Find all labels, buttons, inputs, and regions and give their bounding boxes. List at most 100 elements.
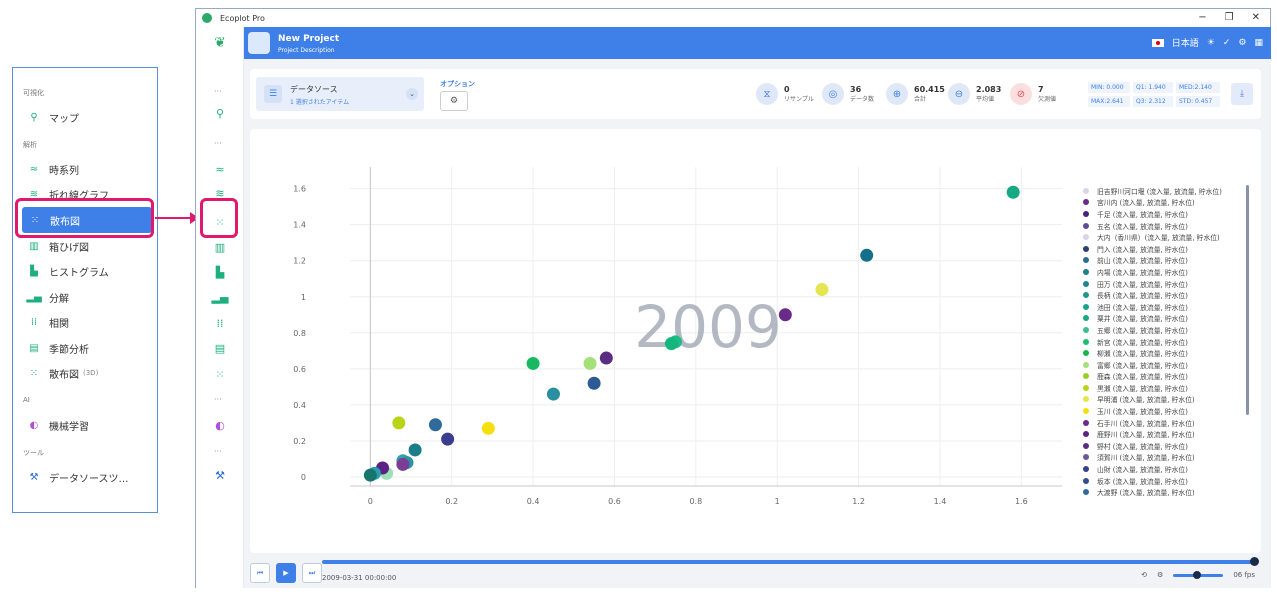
scatter3d-icon[interactable]: ⁙	[210, 366, 230, 382]
maximize-button[interactable]: ❐	[1225, 9, 1234, 27]
legend-item[interactable]: 柳瀬 (流入量, 放流量, 貯水位)	[1083, 347, 1258, 359]
legend-item[interactable]: 内場 (流入量, 放流量, 貯水位)	[1083, 266, 1258, 278]
play-button[interactable]: ▶	[276, 563, 296, 583]
x-tick-label: 0.6	[608, 497, 621, 506]
menu-item-seasonal[interactable]: ▤ 季節分析	[27, 339, 89, 357]
fps-slider[interactable]	[1173, 570, 1224, 579]
decompose-icon[interactable]: ▂▄	[210, 289, 230, 305]
legend-item[interactable]: 黒瀬 (流入量, 放流量, 貯水位)	[1083, 382, 1258, 394]
skip-back-button[interactable]: ⏮	[250, 563, 270, 583]
legend-item[interactable]: 宮川内 (流入量, 放流量, 貯水位)	[1083, 197, 1258, 209]
map-pin-icon[interactable]: ⚲	[210, 105, 230, 121]
legend-item[interactable]: 鹿森 (流入量, 放流量, 貯水位)	[1083, 371, 1258, 383]
seasonal-icon[interactable]: ▤	[210, 340, 230, 356]
correlation-icon[interactable]: ⁞⁞	[210, 315, 230, 331]
legend-dot-icon	[1083, 292, 1089, 299]
menu-item-timeseries[interactable]: ≈ 時系列	[27, 160, 79, 178]
menu-item-tools[interactable]: ⚒ データソースツ…	[27, 468, 129, 486]
y-tick-label: 1.4	[293, 221, 306, 230]
fps-slider-handle[interactable]	[1193, 570, 1202, 579]
close-button[interactable]: ✕	[1252, 9, 1260, 27]
data-point	[428, 418, 442, 432]
loop-icon[interactable]: ⟲	[1141, 571, 1147, 579]
gear-icon[interactable]: ⚙	[1238, 38, 1246, 48]
legend-item[interactable]: 千足 (流入量, 放流量, 貯水位)	[1083, 208, 1258, 220]
legend-label: 柳瀬 (流入量, 放流量, 貯水位)	[1097, 350, 1188, 359]
timeline-handle[interactable]	[1250, 557, 1259, 566]
legend-dot-icon	[1083, 419, 1089, 426]
section-dots: ···	[214, 87, 222, 96]
section-label: 解析	[23, 141, 37, 149]
chevron-down-icon[interactable]: ⌄	[406, 88, 418, 100]
legend-item[interactable]: 旧吉野川河口堰 (流入量, 放流量, 貯水位)	[1083, 185, 1258, 197]
legend-item[interactable]: 大内（香川県）(流入量, 放流量, 貯水位)	[1083, 231, 1258, 243]
menu-item-histogram[interactable]: ▙ ヒストグラム	[27, 262, 109, 280]
tools-icon: ⚒	[29, 471, 39, 483]
boxplot-icon[interactable]: ▥	[210, 239, 230, 255]
legend-item[interactable]: 五名 (流入量, 放流量, 貯水位)	[1083, 220, 1258, 232]
legend-item[interactable]: 大渡野 (流入量, 放流量, 貯水位)	[1083, 486, 1258, 498]
legend-item[interactable]: 粟井 (流入量, 放流量, 貯水位)	[1083, 313, 1258, 325]
legend-label: 池田 (流入量, 放流量, 貯水位)	[1097, 303, 1188, 312]
legend-item[interactable]: 前山 (流入量, 放流量, 貯水位)	[1083, 255, 1258, 267]
download-button[interactable]: ⤓	[1231, 83, 1253, 105]
histogram-icon[interactable]: ▙	[210, 264, 230, 280]
legend-item[interactable]: 野村 (流入量, 放流量, 貯水位)	[1083, 440, 1258, 452]
stat-value: 0	[784, 85, 790, 94]
skip-forward-button[interactable]: ⏭	[302, 563, 322, 583]
stat-label: 平均値	[976, 96, 995, 103]
ml-icon[interactable]: ◐	[210, 417, 230, 433]
options-gear-button[interactable]: ⚙	[440, 91, 468, 111]
language-selector[interactable]: 日本語	[1172, 36, 1199, 49]
scatter-chart[interactable]: 0 0.2 0.4 0.6 0.8 1 1.2 1.4 1.6 0 0.2 0.4 0.6 0.8 1 1.2…	[250, 129, 1070, 553]
legend-scrollbar[interactable]	[1246, 185, 1249, 415]
tools-icon[interactable]: ⚒	[210, 467, 230, 483]
metric-q3: Q3: 2.312	[1133, 96, 1173, 107]
menu-item-scatter3d[interactable]: ⁙ 散布図 (3D)	[27, 364, 99, 382]
section-dots: ···	[214, 139, 222, 148]
stat-mean: ⊖ 2.083 平均値	[948, 81, 1001, 107]
grid-icon[interactable]: ▦	[1254, 38, 1263, 48]
menu-item-correlation[interactable]: ⁞⁞ 相関	[27, 313, 69, 331]
legend-item[interactable]: 門入 (流入量, 放流量, 貯水位)	[1083, 243, 1258, 255]
legend-item[interactable]: 坂本 (流入量, 放流量, 貯水位)	[1083, 475, 1258, 487]
y-tick-label: 0.2	[293, 437, 306, 446]
legend-item[interactable]: 田万 (流入量, 放流量, 貯水位)	[1083, 278, 1258, 290]
callout-arrow	[155, 217, 193, 219]
project-title[interactable]: New Project	[278, 34, 339, 44]
stat-label: リサンプル	[784, 96, 814, 103]
x-tick-label: 0.2	[445, 497, 458, 506]
legend-item[interactable]: 長柄 (流入量, 放流量, 貯水位)	[1083, 289, 1258, 301]
minimize-button[interactable]: −	[1198, 9, 1206, 27]
legend-item[interactable]: 新宮 (流入量, 放流量, 貯水位)	[1083, 336, 1258, 348]
window-title: Ecoplot Pro	[220, 13, 265, 23]
timeseries-icon: ≈	[29, 163, 39, 175]
menu-item-decompose[interactable]: ▂▄ 分解	[26, 288, 69, 306]
menu-item-ml[interactable]: ◐ 機械学習	[27, 416, 89, 434]
data-point	[778, 308, 792, 322]
legend-item[interactable]: 山財 (流入量, 放流量, 貯水位)	[1083, 463, 1258, 475]
legend-item[interactable]: 池田 (流入量, 放流量, 貯水位)	[1083, 301, 1258, 313]
histogram-icon: ▙	[30, 265, 38, 277]
data-point	[363, 468, 377, 482]
legend-item[interactable]: 石手川 (流入量, 放流量, 貯水位)	[1083, 417, 1258, 429]
timeseries-icon[interactable]: ≈	[210, 161, 230, 177]
legend-item[interactable]: 鹿野川 (流入量, 放流量, 貯水位)	[1083, 428, 1258, 440]
legend-item[interactable]: 須賀川 (流入量, 放流量, 貯水位)	[1083, 452, 1258, 464]
theme-sun-icon[interactable]: ☀	[1207, 38, 1215, 48]
resample-icon: ⧖	[756, 83, 778, 105]
legend-item[interactable]: 玉川 (流入量, 放流量, 貯水位)	[1083, 405, 1258, 417]
check-circle-icon[interactable]: ✓	[1223, 38, 1231, 48]
data-point	[546, 387, 560, 401]
project-description[interactable]: Project Description	[278, 47, 335, 54]
legend-item[interactable]: 富郷 (流入量, 放流量, 貯水位)	[1083, 359, 1258, 371]
stat-value: 36	[850, 85, 862, 94]
legend-item[interactable]: 五郷 (流入量, 放流量, 貯水位)	[1083, 324, 1258, 336]
datasource-selector[interactable]: ☰ データソース 1 選択されたアイテム ⌄	[256, 77, 424, 111]
count-icon: ◎	[822, 83, 844, 105]
menu-item-map[interactable]: ⚲ マップ	[27, 108, 79, 126]
timeline-track[interactable]	[322, 560, 1254, 564]
menu-item-boxplot[interactable]: ▥ 箱ひげ図	[27, 237, 89, 255]
legend-item[interactable]: 早明浦 (流入量, 放流量, 貯水位)	[1083, 394, 1258, 406]
speed-icon[interactable]: ⚙	[1157, 571, 1163, 579]
